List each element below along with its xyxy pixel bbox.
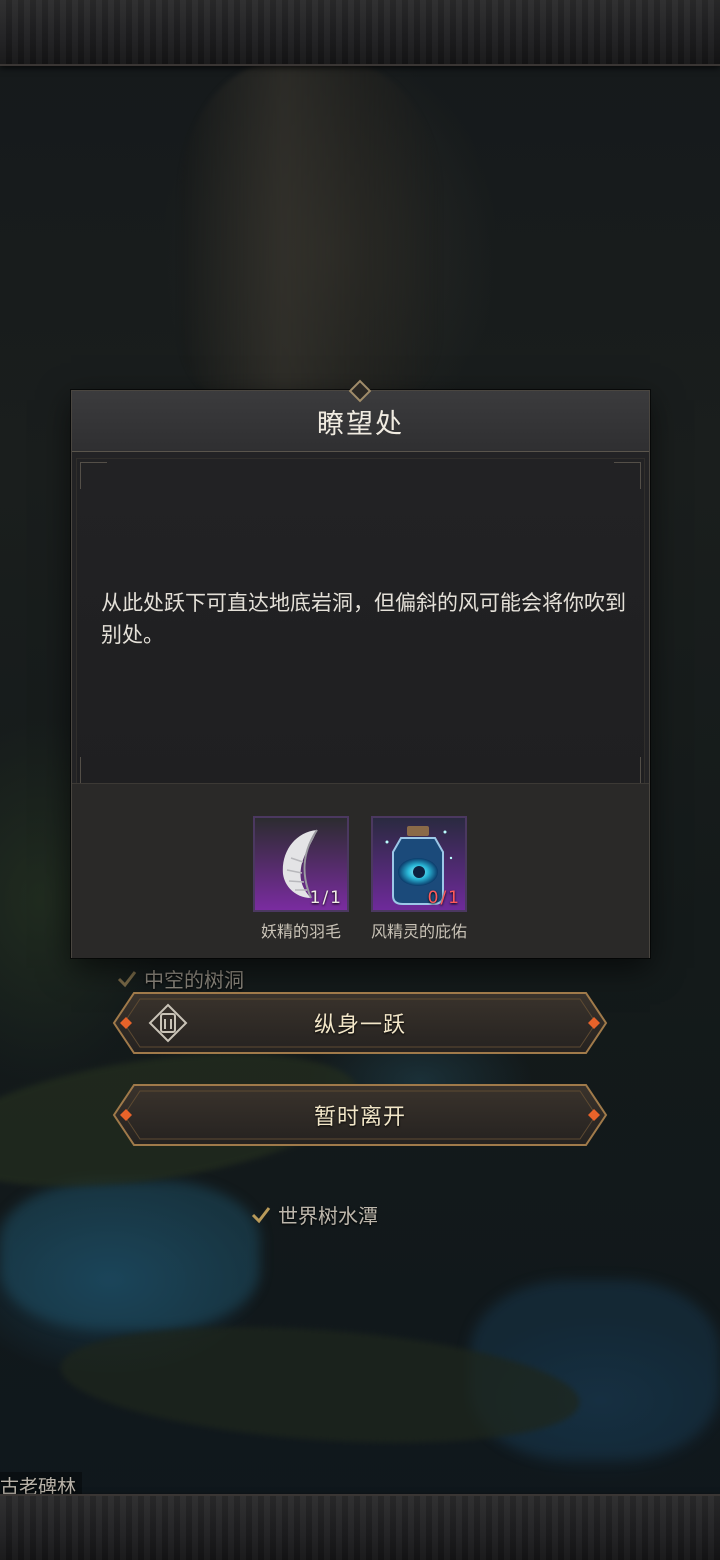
top-ornate-frame xyxy=(0,0,720,66)
item-count: 0/1 xyxy=(427,888,461,908)
corner-ornament xyxy=(614,757,641,784)
item-name: 风精灵的庇佑 xyxy=(370,922,467,941)
map-label-text: 世界树水潭 xyxy=(278,1204,378,1228)
check-icon xyxy=(250,1204,272,1226)
dialog-body: 从此处跃下可直达地底岩洞，但偏斜的风可能会将你吹到别处。 xyxy=(76,458,645,788)
required-items-panel: 1/1 妖精的羽毛 0/1 风精灵的庇佑 xyxy=(72,783,649,958)
event-dialog: 瞭望处 从此处跃下可直达地底岩洞，但偏斜的风可能会将你吹到别处。 1/1 妖精的… xyxy=(71,379,650,958)
map-label-world-tree-pool[interactable]: 世界树水潭 xyxy=(250,1200,378,1229)
leap-button-label: 纵身一跃 xyxy=(313,1013,406,1038)
dialog-description: 从此处跃下可直达地底岩洞，但偏斜的风可能会将你吹到别处。 xyxy=(101,591,626,647)
required-item-fairy-feather[interactable]: 1/1 妖精的羽毛 xyxy=(251,816,351,942)
bottom-ornate-frame xyxy=(0,1494,720,1560)
game-screen: 中空的树洞 世界树水潭 古老碑林 瞭望处 从此处跃下可直达地底岩洞，但偏斜的风可… xyxy=(0,0,720,1560)
leave-button[interactable]: 暂时离开 xyxy=(112,1083,608,1147)
check-icon xyxy=(116,968,138,990)
corner-ornament xyxy=(80,462,107,489)
required-item-wind-spirit-blessing[interactable]: 0/1 风精灵的庇佑 xyxy=(369,816,469,942)
leap-button[interactable]: 纵身一跃 xyxy=(112,991,608,1055)
item-name: 妖精的羽毛 xyxy=(260,922,341,941)
item-tile[interactable]: 0/1 xyxy=(371,816,467,912)
water-left xyxy=(0,1180,260,1330)
item-count: 1/1 xyxy=(309,888,343,908)
item-tile[interactable]: 1/1 xyxy=(253,816,349,912)
dialog-title: 瞭望处 xyxy=(317,408,404,440)
leave-button-label: 暂时离开 xyxy=(313,1105,406,1130)
corner-ornament xyxy=(614,462,641,489)
map-label-text: 中空的树洞 xyxy=(144,968,244,992)
world-tree-trunk xyxy=(180,60,440,400)
map-label-hollow-tree[interactable]: 中空的树洞 xyxy=(116,964,244,993)
corner-ornament xyxy=(80,757,107,784)
